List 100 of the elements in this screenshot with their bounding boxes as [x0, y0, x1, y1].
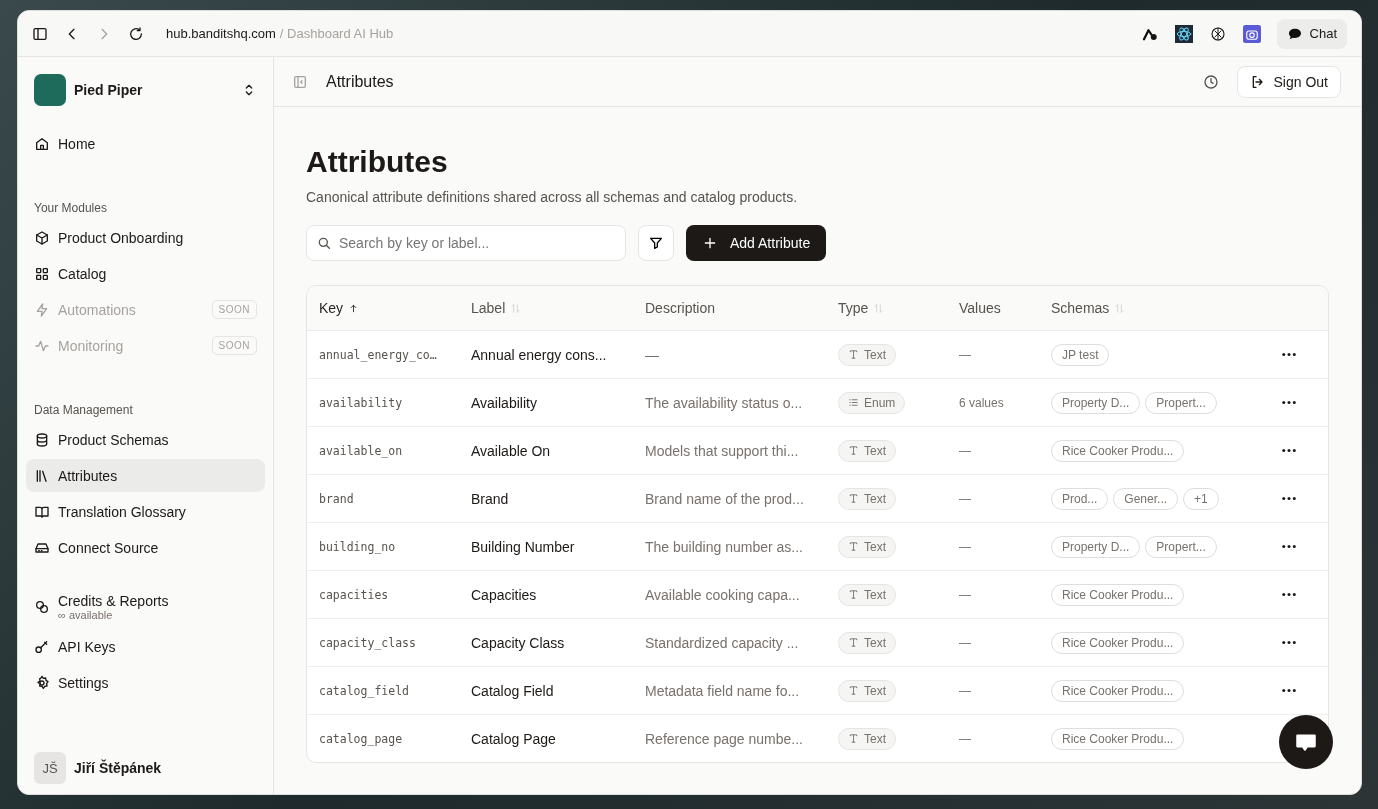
type-tag: Text [838, 343, 896, 366]
more-icon [1282, 689, 1296, 692]
settings-icon [34, 674, 50, 691]
column-header[interactable]: Type [838, 300, 885, 316]
coins-icon [34, 599, 50, 615]
column-header[interactable]: Key [319, 300, 360, 316]
section-heading: Your Modules [33, 201, 108, 215]
key-cell-text: capacities [319, 587, 390, 602]
label-cell-text: Brand [471, 490, 510, 507]
label-cell-text: Capacity Class [471, 634, 566, 651]
books-icon [34, 467, 50, 484]
workspace-logo [34, 74, 66, 106]
sidebar-item[interactable]: Product Schemas [26, 423, 265, 456]
description-cell-text: — [645, 346, 660, 363]
add-attribute-button[interactable]: Add Attribute [686, 225, 827, 261]
text-icon [848, 541, 859, 552]
key-icon [34, 638, 50, 655]
label-cell-text: Annual energy cons... [471, 346, 608, 363]
label-cell-text: Catalog Field [471, 682, 555, 699]
type-tag: Text [838, 631, 896, 654]
filter-button[interactable] [638, 225, 674, 261]
camera-extension-icon[interactable] [1242, 24, 1261, 43]
lightning-icon [34, 301, 50, 318]
label-cell-text: Availability [471, 394, 538, 411]
key-cell-text: availability [319, 395, 404, 410]
text-icon [848, 349, 859, 360]
section-heading: Data Management [33, 403, 134, 417]
filter-icon [648, 235, 664, 251]
search-field[interactable]: Search by key or label... [306, 225, 626, 261]
sidebar-item[interactable]: Credits & Reports ∞ available [26, 587, 265, 627]
description-cell-text: Metadata field name fo... [645, 682, 801, 699]
schema-tag: Rice Cooker Produ... [1051, 439, 1185, 462]
atom-extension-icon[interactable] [1174, 24, 1193, 43]
soon-badge: SOON [211, 336, 257, 355]
sidebar-toggle-icon[interactable] [32, 25, 48, 42]
label-cell-text: Catalog Page [471, 730, 557, 747]
key-cell-text: available_on [319, 443, 404, 458]
sidebar-item[interactable]: Catalog [26, 257, 265, 290]
text-icon [848, 493, 859, 504]
column-header[interactable]: Schemas [1051, 300, 1126, 316]
description-cell-text: Brand name of the prod... [645, 490, 805, 507]
type-tag: Text [838, 439, 896, 462]
search-icon [316, 235, 332, 251]
label-cell-text: Capacities [471, 586, 538, 603]
database-icon [34, 431, 50, 448]
key-cell-text: brand [319, 491, 355, 506]
schema-tag: +1 [1183, 487, 1219, 510]
key-cell-text: capacity_class [319, 635, 417, 650]
type-tag: Text [838, 487, 896, 510]
page-subtitle: Canonical attribute definitions shared across all schemas and catalog products. [306, 189, 799, 205]
column-header[interactable]: Label [471, 300, 522, 316]
workspace-name: Pied Piper [74, 82, 144, 98]
column-header[interactable]: Values [959, 300, 1001, 316]
address-host[interactable]: hub.banditshq.com [166, 26, 276, 41]
values-cell-text: 6 values [959, 395, 1005, 410]
values-cell-text: — [959, 731, 972, 746]
values-cell-text: — [959, 347, 972, 362]
page-title: Attributes [306, 145, 449, 179]
chat-button[interactable]: Chat [1276, 18, 1347, 49]
sort-icon [510, 302, 522, 314]
values-cell-text: — [959, 635, 972, 650]
sidebar-item[interactable]: Settings [26, 666, 265, 699]
more-icon [1282, 401, 1296, 404]
schema-tag: Rice Cooker Produ... [1051, 727, 1185, 750]
sign-out-button[interactable]: Sign Out [1236, 65, 1341, 98]
values-cell-text: — [959, 683, 972, 698]
key-cell-text: catalog_page [319, 731, 404, 746]
text-icon [848, 733, 859, 744]
values-cell-text: — [959, 491, 972, 506]
sidebar-item[interactable]: API Keys [26, 630, 265, 663]
schema-tag: Gener... [1113, 487, 1179, 510]
sidebar-item[interactable]: Product Onboarding [26, 221, 265, 254]
user-name: Jiří Štěpánek [74, 760, 162, 776]
sidebar-item[interactable]: Translation Glossary [26, 495, 265, 528]
schema-tag: JP test [1051, 343, 1110, 366]
plus-icon [702, 235, 718, 251]
label-cell-text: Building Number [471, 538, 576, 555]
cube-icon [34, 229, 50, 246]
text-icon [848, 685, 859, 696]
description-cell-text: Models that support thi... [645, 442, 800, 459]
sidebar-item[interactable]: Attributes [26, 459, 265, 492]
column-header[interactable]: Description [645, 300, 716, 316]
history-clock-icon[interactable] [1202, 73, 1219, 90]
reload-icon[interactable] [128, 25, 144, 42]
text-icon [848, 589, 859, 600]
schema-tag: Prod... [1051, 487, 1109, 510]
sort-icon [1114, 302, 1126, 314]
values-cell-text: — [959, 587, 972, 602]
grid-icon [34, 265, 50, 282]
description-cell-text: Reference page numbe... [645, 730, 804, 747]
sort-icon [873, 302, 885, 314]
sidebar-item[interactable]: Home [26, 127, 265, 160]
more-icon [1282, 545, 1296, 548]
text-icon [848, 637, 859, 648]
key-cell-text: building_no [319, 539, 397, 554]
sidebar-item[interactable]: Connect Source [26, 531, 265, 564]
schema-tag: Propert... [1145, 535, 1217, 558]
more-icon [1282, 353, 1296, 356]
schema-tag: Property D... [1051, 535, 1141, 558]
values-cell-text: — [959, 443, 972, 458]
